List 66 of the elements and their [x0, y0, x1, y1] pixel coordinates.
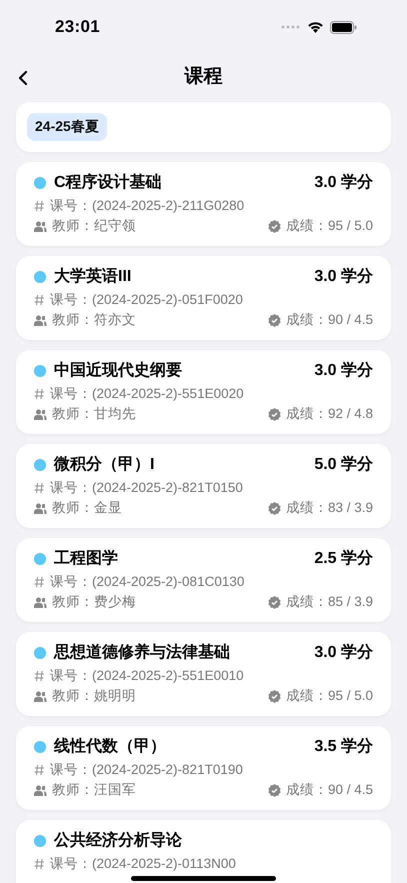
- course-grade: 成绩：90 / 4.5: [286, 781, 373, 799]
- teacher-name: 教师：姚明明: [52, 687, 136, 705]
- people-icon: [34, 596, 47, 608]
- course-code: 课号：(2024-2025-2)-551E0010: [50, 667, 244, 685]
- course-grade: 成绩：95 / 5.0: [286, 217, 373, 235]
- course-credits: 2.5 学分: [314, 549, 373, 569]
- course-name: 思想道德修养与法律基础: [54, 643, 231, 663]
- hash-icon: [34, 576, 45, 588]
- chevron-left-icon: [18, 70, 28, 86]
- course-credits: 3.0 学分: [314, 643, 373, 663]
- course-grade: 成绩：83 / 3.9: [286, 499, 373, 517]
- semester-tab[interactable]: 24-25春夏: [27, 113, 107, 141]
- course-name: 微积分（甲）I: [54, 455, 156, 475]
- people-icon: [34, 220, 47, 232]
- teacher-name: 教师：符亦文: [52, 311, 136, 329]
- verified-icon: [268, 408, 281, 420]
- teacher-name: 教师：甘均先: [52, 405, 136, 423]
- verified-icon: [268, 784, 281, 796]
- hash-icon: [34, 294, 45, 306]
- teacher-name: 教师：汪国军: [52, 781, 136, 799]
- course-credits: 3.0 学分: [314, 361, 373, 381]
- course-name: 线性代数（甲）: [54, 737, 167, 757]
- course-name: 公共经济分析导论: [54, 831, 183, 851]
- course-grade: 成绩：95 / 5.0: [286, 687, 373, 705]
- course-code: 课号：(2024-2025-2)-211G0280: [50, 197, 244, 215]
- course-name: 大学英语III: [54, 267, 132, 287]
- course-code: 课号：(2024-2025-2)-551E0020: [50, 385, 244, 403]
- course-name: 工程图学: [54, 549, 119, 569]
- course-code: 课号：(2024-2025-2)-0113N00: [50, 855, 236, 873]
- course-grade: 成绩：90 / 4.5: [286, 311, 373, 329]
- wifi-icon: [307, 21, 324, 33]
- course-code: 课号：(2024-2025-2)-821T0150: [50, 479, 243, 497]
- people-icon: [34, 314, 47, 326]
- battery-icon: [330, 20, 357, 34]
- verified-icon: [268, 596, 281, 608]
- teacher-name: 教师：金显: [52, 499, 122, 517]
- course-grade: 成绩：85 / 3.9: [286, 593, 373, 611]
- course-code: 课号：(2024-2025-2)-081C0130: [50, 573, 244, 591]
- verified-icon: [268, 690, 281, 702]
- hash-icon: [34, 858, 45, 870]
- signal-icon: [281, 25, 301, 29]
- teacher-name: 教师：纪守领: [52, 217, 136, 235]
- hash-icon: [34, 388, 45, 400]
- course-credits: 3.0 学分: [314, 173, 373, 193]
- hash-icon: [34, 764, 45, 776]
- page-title: 课程: [184, 65, 222, 89]
- people-icon: [34, 502, 47, 514]
- course-credits: 3.0 学分: [314, 267, 373, 287]
- course-credits: 3.5 学分: [314, 737, 373, 757]
- hash-icon: [34, 482, 45, 494]
- course-code: 课号：(2024-2025-2)-821T0190: [50, 761, 243, 779]
- people-icon: [34, 408, 47, 420]
- people-icon: [34, 784, 47, 796]
- teacher-name: 教师：费少梅: [52, 593, 136, 611]
- course-name: C程序设计基础: [54, 173, 163, 193]
- verified-icon: [268, 220, 281, 232]
- verified-icon: [268, 502, 281, 514]
- hash-icon: [34, 200, 45, 212]
- status-time: 23:01: [55, 17, 101, 37]
- hash-icon: [34, 670, 45, 682]
- course-credits: 5.0 学分: [314, 455, 373, 475]
- course-code: 课号：(2024-2025-2)-051F0020: [50, 291, 243, 309]
- people-icon: [34, 690, 47, 702]
- course-name: 中国近现代史纲要: [54, 361, 183, 381]
- course-grade: 成绩：92 / 4.8: [286, 405, 373, 423]
- verified-icon: [268, 314, 281, 326]
